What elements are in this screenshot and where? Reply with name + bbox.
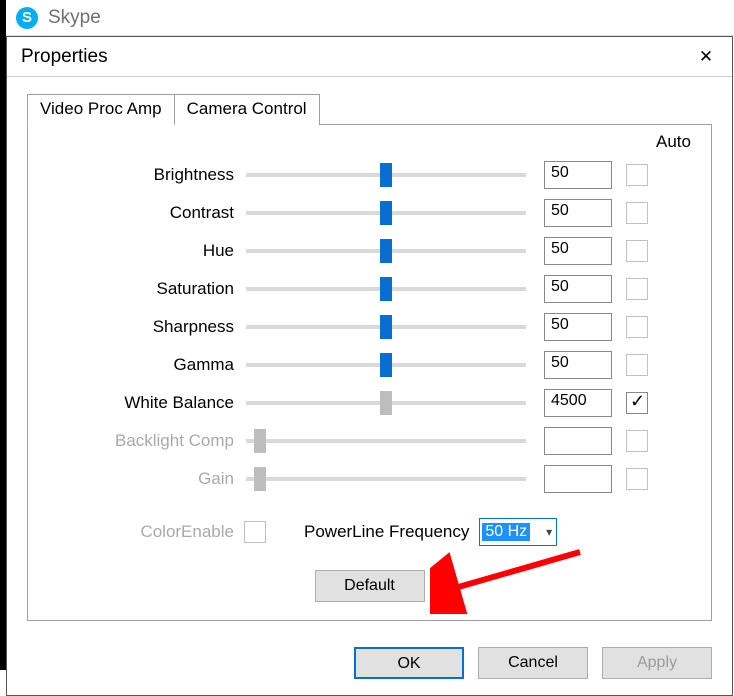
property-row: Saturation 50	[46, 270, 693, 308]
slider-thumb	[254, 429, 266, 453]
property-slider[interactable]	[246, 211, 526, 215]
property-slider[interactable]	[246, 401, 526, 405]
property-row: Gain	[46, 460, 693, 498]
skype-logo-icon	[16, 7, 38, 29]
property-row: White Balance 4500	[46, 384, 693, 422]
property-slider[interactable]	[246, 249, 526, 253]
colorenable-label: ColorEnable	[46, 522, 244, 542]
properties-dialog: Properties ✕ Video Proc Amp Camera Contr…	[6, 36, 733, 696]
powerline-label: PowerLine Frequency	[304, 522, 469, 542]
apply-button[interactable]: Apply	[602, 647, 712, 679]
property-label: Gamma	[46, 355, 246, 375]
property-value-input[interactable]: 50	[544, 351, 612, 379]
tab-video-proc-amp[interactable]: Video Proc Amp	[27, 94, 175, 125]
property-row: Sharpness 50	[46, 308, 693, 346]
slider-thumb[interactable]	[380, 163, 392, 187]
property-row: Backlight Comp	[46, 422, 693, 460]
ok-button[interactable]: OK	[354, 647, 464, 679]
property-row: Gamma 50	[46, 346, 693, 384]
slider-thumb	[254, 467, 266, 491]
cancel-button[interactable]: Cancel	[478, 647, 588, 679]
close-icon[interactable]: ✕	[694, 45, 718, 69]
property-value-input[interactable]: 50	[544, 237, 612, 265]
powerline-value: 50 Hz	[482, 523, 530, 541]
auto-checkbox	[626, 468, 648, 490]
property-label: Saturation	[46, 279, 246, 299]
auto-checkbox	[626, 278, 648, 300]
property-value-input[interactable]: 50	[544, 275, 612, 303]
dialog-footer: OK Cancel Apply	[7, 635, 732, 695]
property-row: Hue 50	[46, 232, 693, 270]
property-label: Brightness	[46, 165, 246, 185]
tab-panel-video-proc-amp: Auto Brightness50Contrast50Hue50Saturati…	[27, 124, 712, 621]
auto-checkbox	[626, 430, 648, 452]
powerline-select[interactable]: 50 Hz ▾	[479, 518, 557, 546]
auto-checkbox	[626, 164, 648, 186]
auto-checkbox	[626, 354, 648, 376]
property-label: Hue	[46, 241, 246, 261]
property-slider[interactable]	[246, 287, 526, 291]
property-value-input[interactable]: 4500	[544, 389, 612, 417]
slider-thumb[interactable]	[380, 239, 392, 263]
property-slider[interactable]	[246, 325, 526, 329]
slider-thumb[interactable]	[380, 391, 392, 415]
property-label: Backlight Comp	[46, 431, 246, 451]
auto-checkbox	[626, 202, 648, 224]
app-name: Skype	[48, 7, 101, 29]
property-value-input[interactable]: 50	[544, 161, 612, 189]
auto-checkbox[interactable]	[626, 392, 648, 414]
property-value-input[interactable]: 50	[544, 199, 612, 227]
chevron-down-icon: ▾	[546, 525, 552, 539]
auto-checkbox	[626, 240, 648, 262]
property-slider	[246, 477, 526, 481]
slider-thumb[interactable]	[380, 353, 392, 377]
tab-strip: Video Proc Amp Camera Control	[27, 93, 712, 125]
auto-checkbox	[626, 316, 648, 338]
property-row: Contrast 50	[46, 194, 693, 232]
dialog-titlebar: Properties ✕	[7, 37, 732, 77]
property-slider[interactable]	[246, 363, 526, 367]
property-value-input[interactable]: 50	[544, 313, 612, 341]
property-label: Gain	[46, 469, 246, 489]
property-label: White Balance	[46, 393, 246, 413]
property-label: Sharpness	[46, 317, 246, 337]
skype-titlebar: Skype	[6, 0, 734, 36]
property-value-input	[544, 427, 612, 455]
slider-thumb[interactable]	[380, 277, 392, 301]
dialog-title: Properties	[21, 46, 108, 68]
property-slider	[246, 439, 526, 443]
property-value-input	[544, 465, 612, 493]
default-button[interactable]: Default	[315, 570, 425, 602]
property-slider[interactable]	[246, 173, 526, 177]
property-label: Contrast	[46, 203, 246, 223]
slider-thumb[interactable]	[380, 201, 392, 225]
slider-thumb[interactable]	[380, 315, 392, 339]
auto-column-header: Auto	[46, 132, 693, 152]
colorenable-checkbox[interactable]	[244, 521, 266, 543]
property-row: Brightness 50	[46, 156, 693, 194]
tab-camera-control[interactable]: Camera Control	[174, 94, 320, 125]
